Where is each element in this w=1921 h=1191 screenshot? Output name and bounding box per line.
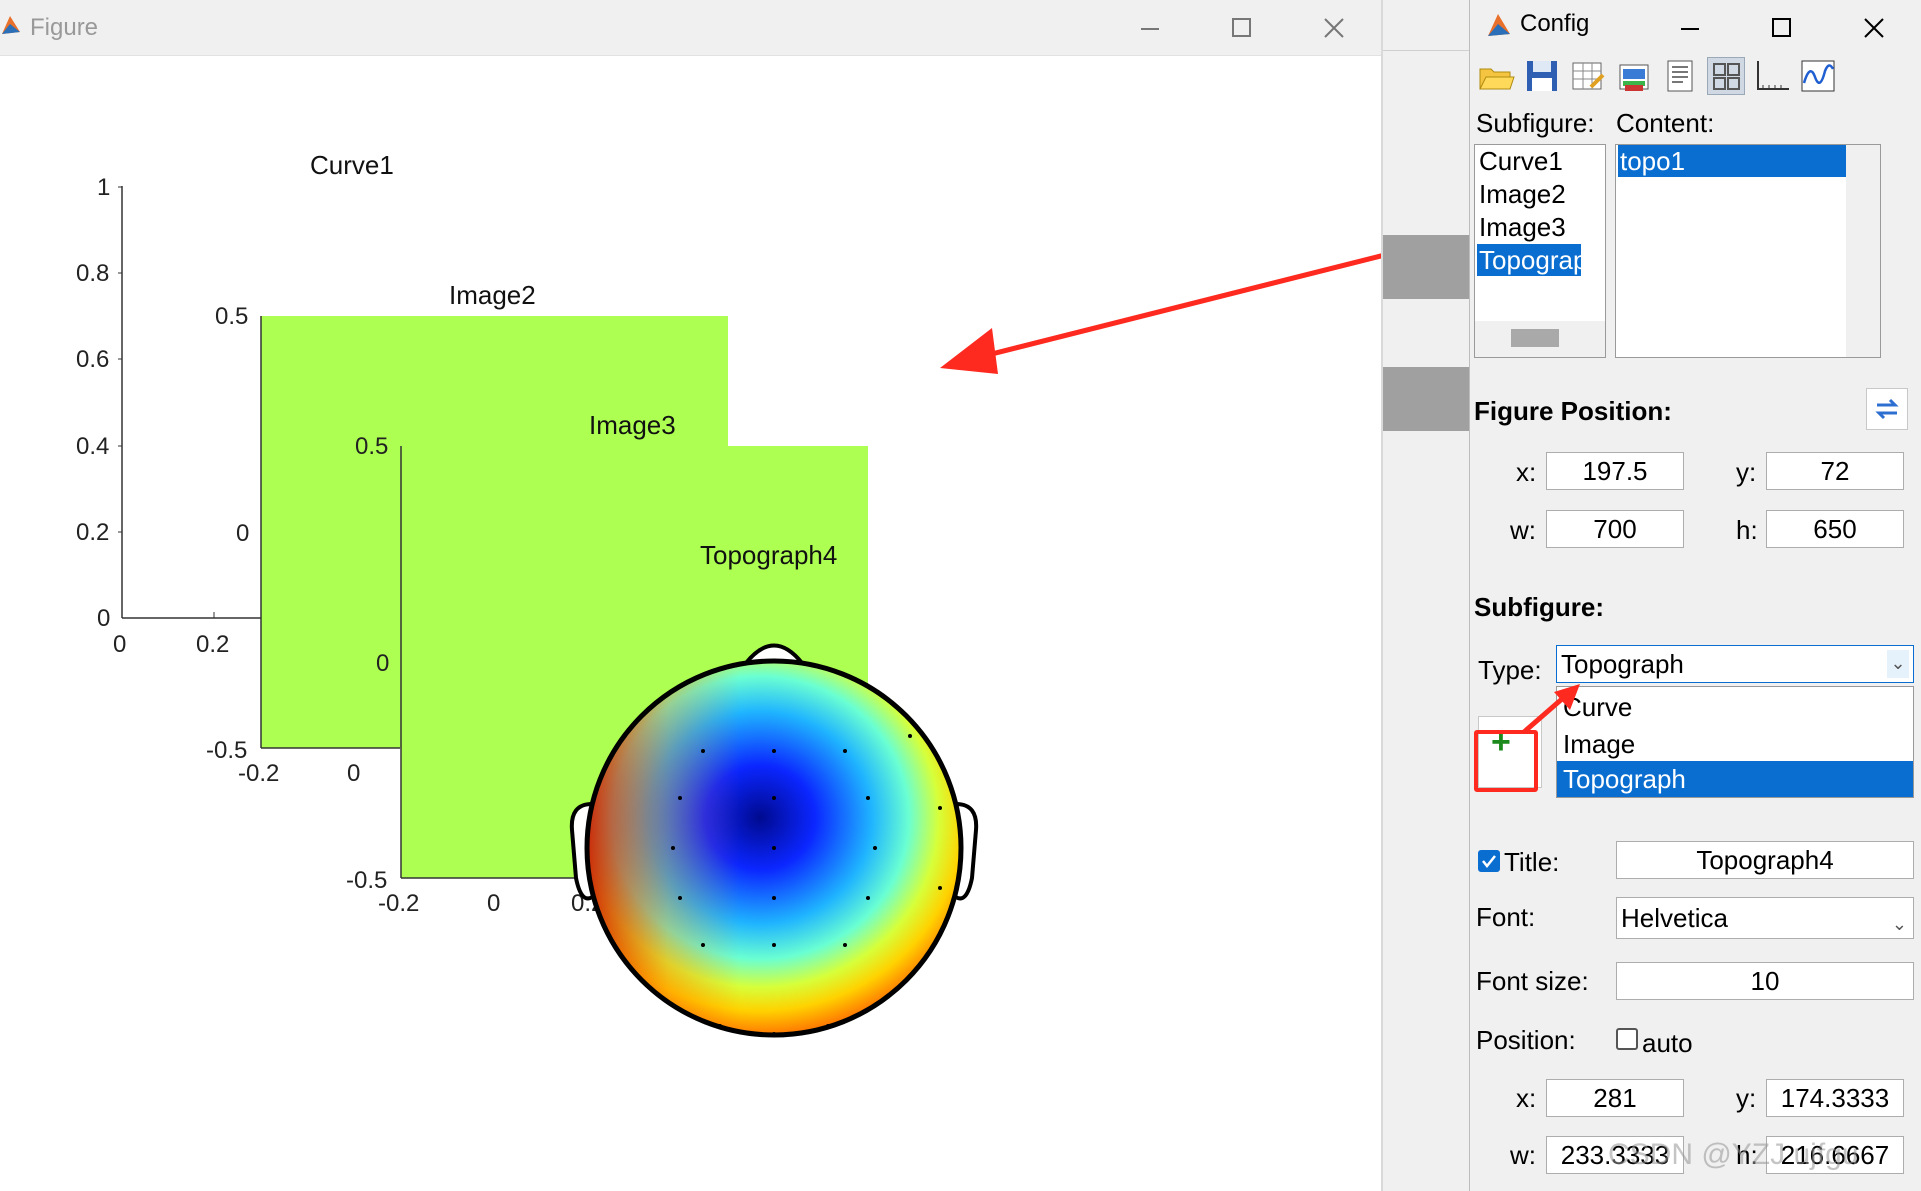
image3-xtick-label: 0 <box>487 890 501 917</box>
fig-h-field[interactable]: 650 <box>1766 510 1904 548</box>
auto-label: auto <box>1642 1028 1693 1058</box>
position-label: Position: <box>1476 1025 1576 1055</box>
config-window-title: Config <box>1520 10 1590 37</box>
list-item[interactable]: Image3 <box>1477 211 1568 243</box>
list-item-selected[interactable]: topo1 <box>1618 145 1846 177</box>
figure-titlebar: Figure <box>0 0 1381 56</box>
auto-checkbox[interactable] <box>1616 1028 1638 1050</box>
check-icon <box>1482 855 1496 869</box>
close-button[interactable] <box>1314 8 1354 48</box>
image3-ytick-label: 0.5 <box>355 433 389 460</box>
sub-y-field[interactable]: 174.3333 <box>1766 1079 1904 1117</box>
curve-xtick-label: 0 <box>113 631 127 658</box>
font-dropdown[interactable]: Helvetica ⌄ <box>1616 897 1914 939</box>
open-icon[interactable] <box>1477 57 1515 95</box>
image2-xtick-label: -0.2 <box>238 760 280 787</box>
axes-icon[interactable] <box>1753 57 1791 95</box>
curve-ytick-label: 0.4 <box>76 433 110 460</box>
refresh-position-button[interactable] <box>1866 388 1908 430</box>
fig-h-label: h: <box>1736 515 1758 545</box>
subfigure-list-label: Subfigure: <box>1476 108 1595 138</box>
maximize-button[interactable] <box>1222 8 1262 48</box>
title-field[interactable]: Topograph4 <box>1616 841 1914 879</box>
content-list-label: Content: <box>1616 108 1715 138</box>
type-option-image[interactable]: Image <box>1557 726 1913 762</box>
list-item[interactable]: Image2 <box>1477 178 1568 210</box>
type-dropdown-menu: Curve Image Topograph <box>1556 686 1914 798</box>
sub-x-label: x: <box>1516 1083 1537 1113</box>
fig-y-field[interactable]: 72 <box>1766 452 1904 490</box>
sub-x-field[interactable]: 281 <box>1546 1079 1684 1117</box>
image3-ytick-label: 0 <box>376 650 390 677</box>
sub-y-label: y: <box>1736 1083 1757 1113</box>
save-icon[interactable] <box>1523 57 1561 95</box>
scrollbar-thumb[interactable] <box>1511 329 1559 347</box>
vertical-scrollbar[interactable] <box>1846 145 1880 357</box>
curve-ytick-label: 0 <box>97 605 111 632</box>
curve-ytick-label: 0.2 <box>76 519 110 546</box>
config-window: Config Subfigure: Content: Curve1 Image2… <box>1469 0 1921 1191</box>
title-checkbox[interactable] <box>1478 850 1500 872</box>
curve-xtick-label: 0.2 <box>196 631 230 658</box>
background-window <box>1383 0 1469 1191</box>
font-dropdown-value: Helvetica <box>1621 903 1728 933</box>
print-icon[interactable] <box>1615 57 1653 95</box>
fig-w-field[interactable]: 700 <box>1546 510 1684 548</box>
chevron-down-icon[interactable]: ⌄ <box>1887 650 1909 678</box>
image3-title: Image3 <box>589 410 676 440</box>
grid-layout-icon[interactable] <box>1707 57 1745 95</box>
type-option-topograph[interactable]: Topograph <box>1557 761 1913 797</box>
figure-position-heading: Figure Position: <box>1474 396 1672 426</box>
image2-ytick-label: 0 <box>236 520 250 547</box>
type-dropdown[interactable]: Topograph ⌄ <box>1556 645 1914 683</box>
annotation-arrow <box>1522 684 1580 734</box>
font-size-field[interactable]: 10 <box>1616 962 1914 1000</box>
curve-ytick-label: 0.6 <box>76 346 110 373</box>
image3-xtick-label: -0.2 <box>378 890 420 917</box>
subfigure-listbox[interactable]: Curve1 Image2 Image3 Topograph <box>1474 144 1606 358</box>
image2-ytick-label: 0.5 <box>215 303 249 330</box>
fig-y-label: y: <box>1736 457 1757 487</box>
title-label: Title: <box>1504 847 1560 877</box>
sub-w-label: w: <box>1510 1140 1536 1170</box>
figure-canvas: Curve1 1 0.8 0.6 0.4 0.2 0 0 0.2 Image2 … <box>0 56 1461 1191</box>
waveform-icon[interactable] <box>1799 57 1837 95</box>
curve1-title: Curve1 <box>310 150 394 180</box>
matlab-logo-icon <box>1488 14 1510 36</box>
config-titlebar: Config <box>1470 0 1921 48</box>
fig-x-field[interactable]: 197.5 <box>1546 452 1684 490</box>
swap-arrows-icon <box>1875 398 1899 420</box>
maximize-button[interactable] <box>1762 8 1802 48</box>
curve-ytick-label: 0.8 <box>76 260 110 287</box>
font-label: Font: <box>1476 902 1536 932</box>
minimize-button[interactable] <box>1670 8 1710 48</box>
image2-xtick-label: 0 <box>347 760 361 787</box>
type-option-curve[interactable]: Curve <box>1557 689 1913 725</box>
fig-w-label: w: <box>1510 515 1536 545</box>
table-icon[interactable] <box>1569 57 1607 95</box>
minimize-button[interactable] <box>1130 8 1170 48</box>
text-icon[interactable] <box>1661 57 1699 95</box>
topograph-head-plot <box>569 643 979 1038</box>
matlab-logo-icon <box>2 16 20 34</box>
subfigure-heading: Subfigure: <box>1474 592 1604 622</box>
content-listbox[interactable]: topo1 <box>1615 144 1881 358</box>
background-bar <box>1383 367 1469 431</box>
curve-ytick-label: 1 <box>97 174 111 201</box>
horizontal-scrollbar[interactable] <box>1475 321 1605 357</box>
chevron-down-icon[interactable]: ⌄ <box>1892 904 1907 944</box>
list-item-selected[interactable]: Topograph <box>1477 244 1581 276</box>
topograph4-title: Topograph4 <box>700 540 838 570</box>
background-bar <box>1383 235 1469 299</box>
close-button[interactable] <box>1854 8 1894 48</box>
list-item[interactable]: Curve1 <box>1477 145 1565 177</box>
fig-x-label: x: <box>1516 457 1537 487</box>
image2-title: Image2 <box>449 280 536 310</box>
font-size-label: Font size: <box>1476 966 1589 996</box>
highlight-box <box>1474 730 1538 792</box>
figure-window-title: Figure <box>30 14 99 41</box>
watermark: CSDN @YZJ ujfgu <box>1608 1138 1859 1171</box>
type-dropdown-value: Topograph <box>1561 649 1684 679</box>
